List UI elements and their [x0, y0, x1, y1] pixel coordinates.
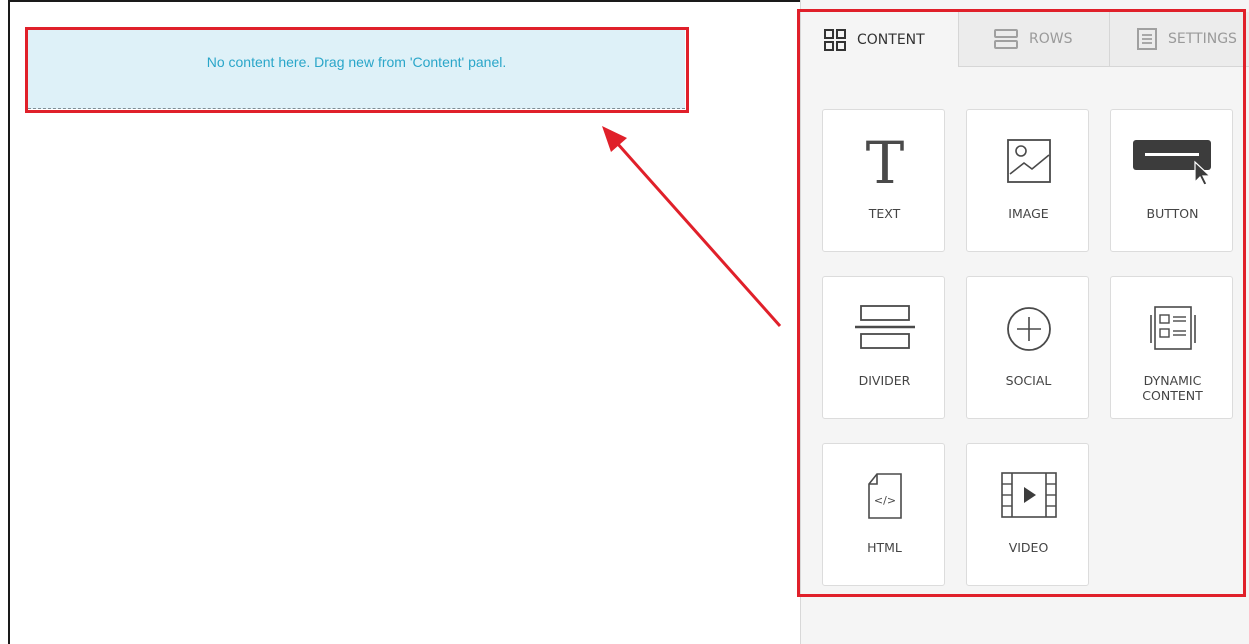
content-panel: CONTENT ROWS SETTINGS T TEXT IMAGE BUTTO…: [800, 0, 1249, 644]
button-icon: [1132, 140, 1212, 186]
block-label: DYNAMIC CONTENT: [1142, 373, 1203, 403]
tab-rows-label: ROWS: [1029, 31, 1073, 47]
grid-icon: [824, 28, 846, 51]
block-button[interactable]: BUTTON: [1110, 109, 1233, 252]
block-label: TEXT: [868, 206, 901, 221]
divider-icon: [854, 305, 915, 349]
rows-icon: [994, 29, 1018, 49]
window-frame-top: [8, 0, 800, 2]
tab-content[interactable]: CONTENT: [801, 12, 958, 67]
block-label: VIDEO: [1008, 540, 1049, 555]
video-icon: [1000, 472, 1057, 518]
svg-text:T: T: [865, 136, 904, 188]
svg-text:</>: </>: [873, 494, 895, 507]
block-label: BUTTON: [1146, 206, 1199, 221]
settings-icon: [1137, 28, 1157, 50]
block-dynamic-content[interactable]: DYNAMIC CONTENT: [1110, 276, 1233, 419]
social-icon: [1006, 307, 1051, 351]
block-divider[interactable]: DIVIDER: [822, 276, 945, 419]
html-icon: </>: [867, 473, 902, 519]
block-label: SOCIAL: [1005, 373, 1052, 388]
block-label: HTML: [867, 540, 902, 555]
block-label: DIVIDER: [858, 373, 911, 388]
window-frame-left: [8, 0, 10, 644]
tab-settings[interactable]: SETTINGS: [1109, 12, 1249, 67]
block-social[interactable]: SOCIAL: [966, 276, 1089, 419]
text-icon: T: [865, 136, 904, 188]
block-label: IMAGE: [1008, 206, 1049, 221]
dynamic-content-icon: [1149, 306, 1196, 350]
block-image[interactable]: IMAGE: [966, 109, 1089, 252]
block-video[interactable]: VIDEO: [966, 443, 1089, 586]
block-html[interactable]: </> HTML: [822, 443, 945, 586]
tab-settings-label: SETTINGS: [1168, 31, 1237, 47]
empty-drop-zone[interactable]: No content here. Drag new from 'Content'…: [28, 30, 685, 109]
image-icon: [1006, 139, 1051, 183]
drop-zone-message: No content here. Drag new from 'Content'…: [206, 53, 507, 70]
tab-content-label: CONTENT: [857, 31, 925, 48]
block-text[interactable]: T TEXT: [822, 109, 945, 252]
tab-rows[interactable]: ROWS: [958, 12, 1109, 67]
panel-tabs: CONTENT ROWS SETTINGS: [801, 12, 1249, 67]
